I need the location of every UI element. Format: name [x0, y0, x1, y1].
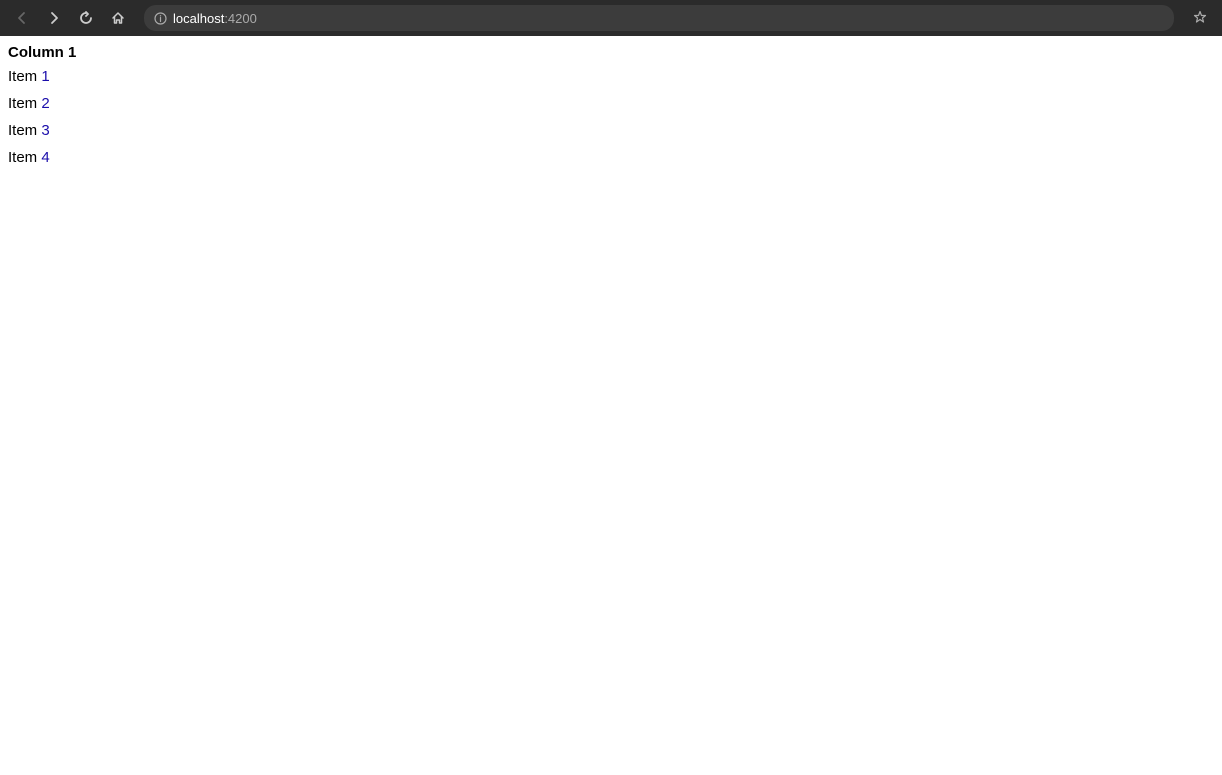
item-label: Item: [8, 68, 41, 85]
item-label: Item: [8, 95, 41, 112]
page-content: Column 1 Item 1Item 2Item 3Item 4: [0, 36, 1222, 179]
address-text: localhost:4200: [173, 11, 257, 26]
list-item[interactable]: Item 4: [8, 144, 1214, 171]
list-item[interactable]: Item 1: [8, 63, 1214, 90]
items-list: Item 1Item 2Item 3Item 4: [8, 63, 1214, 171]
reload-button[interactable]: [72, 4, 100, 32]
bookmark-button[interactable]: [1186, 4, 1214, 32]
item-label: Item: [8, 122, 41, 139]
item-number: 4: [41, 149, 49, 166]
item-number: 2: [41, 95, 49, 112]
address-bar[interactable]: localhost:4200: [144, 5, 1174, 31]
item-number: 1: [41, 68, 49, 85]
back-button[interactable]: [8, 4, 36, 32]
item-label: Item: [8, 149, 41, 166]
list-item[interactable]: Item 2: [8, 90, 1214, 117]
browser-toolbar: localhost:4200: [0, 0, 1222, 36]
item-number: 3: [41, 122, 49, 139]
forward-button[interactable]: [40, 4, 68, 32]
url-host: localhost: [173, 11, 224, 26]
column-heading: Column 1: [8, 44, 1214, 61]
info-icon: [154, 12, 167, 25]
home-button[interactable]: [104, 4, 132, 32]
url-port: :4200: [224, 11, 257, 26]
list-item[interactable]: Item 3: [8, 117, 1214, 144]
